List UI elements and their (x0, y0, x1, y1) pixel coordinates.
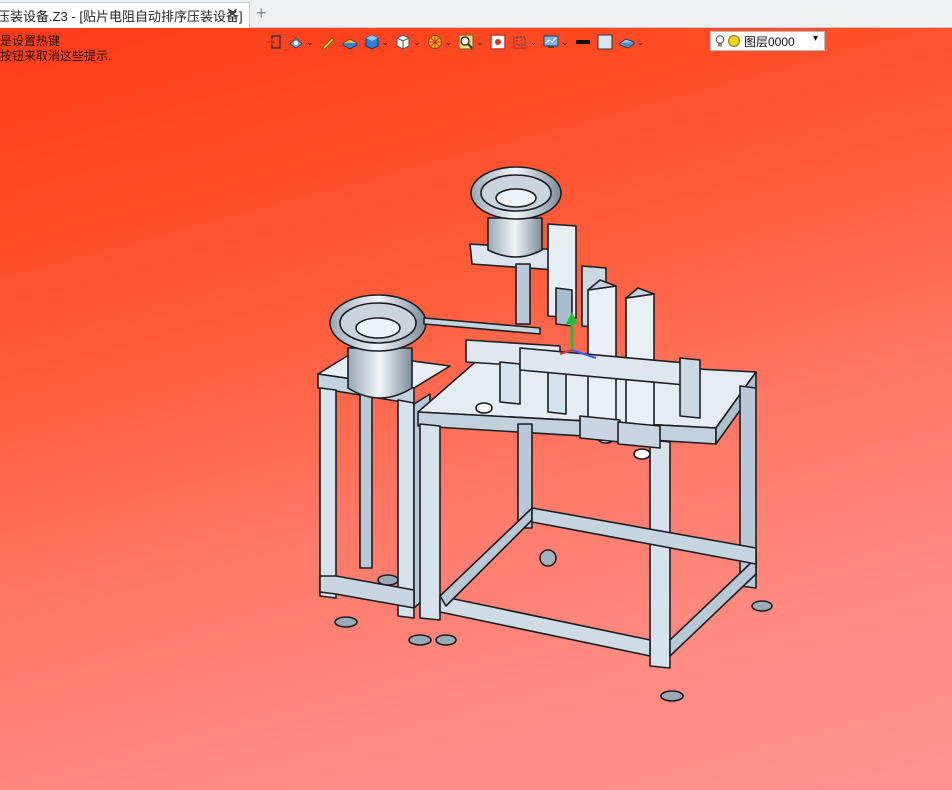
3d-viewport[interactable]: 是设置热键 按钮来取消这些提示. ⌄ ⌄ ⌄ ⌄ ⌄ ⌄ ⌄ ⌄ 图层0000 … (0, 28, 952, 790)
add-tab-icon[interactable]: + (256, 4, 267, 22)
tab-bar: 压装设备.Z3 - [贴片电阻自动排序压装设备] ✕ + (0, 0, 952, 28)
close-icon[interactable]: ✕ (226, 6, 239, 24)
document-tab[interactable]: 压装设备.Z3 - [贴片电阻自动排序压装设备] ✕ (0, 2, 250, 28)
cad-model[interactable] (0, 28, 952, 790)
tab-title: 压装设备.Z3 - [贴片电阻自动排序压装设备] (0, 9, 243, 24)
